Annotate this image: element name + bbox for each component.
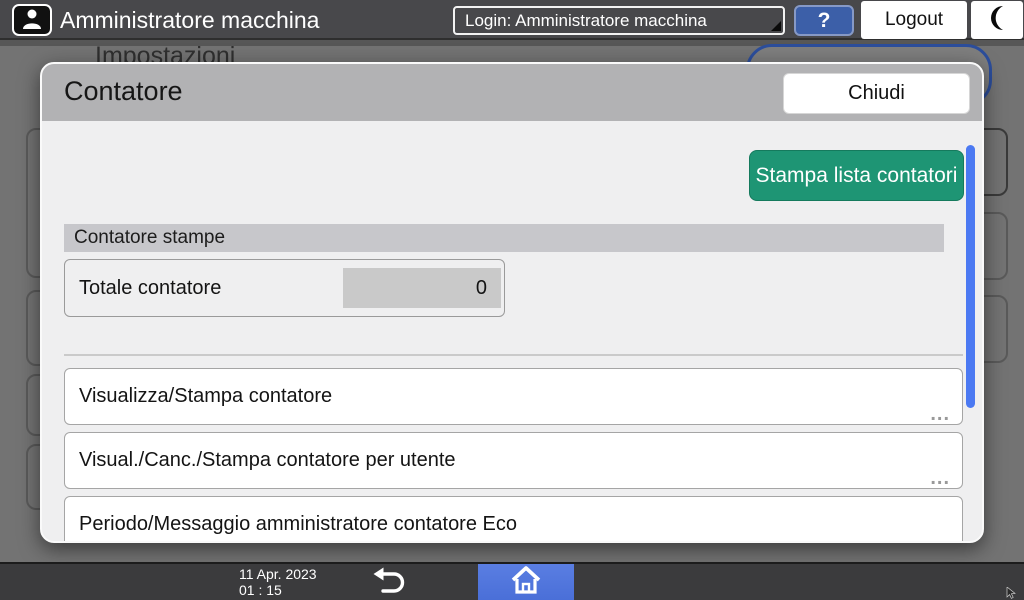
menu-item-eco-counter[interactable]: Periodo/Messaggio amministratore contato… <box>64 496 963 543</box>
datetime: 11 Apr. 2023 01 : 15 <box>239 566 317 598</box>
date-label: 11 Apr. 2023 <box>239 566 317 582</box>
more-dots-icon: ... <box>930 467 950 489</box>
more-dots-icon: ... <box>930 403 950 425</box>
total-counter-value: 0 <box>343 268 501 308</box>
user-icon <box>20 7 44 34</box>
print-counter-list-button[interactable]: Stampa lista contatori <box>749 150 964 201</box>
mouse-cursor <box>1006 586 1016 600</box>
help-button[interactable]: ? <box>794 5 854 36</box>
energy-saver-button[interactable] <box>971 1 1023 39</box>
screen: Impostazioni Amministratore macchina Log… <box>0 0 1024 600</box>
counter-dialog: Contatore Chiudi Stampa lista contatori … <box>40 62 984 543</box>
time-label: 01 : 15 <box>239 582 282 598</box>
dialog-header: Contatore Chiudi <box>42 64 982 121</box>
menu-item-label: Periodo/Messaggio amministratore contato… <box>79 513 517 535</box>
menu-item-label: Visual./Canc./Stampa contatore per utent… <box>79 449 456 471</box>
bottom-bar: 11 Apr. 2023 01 : 15 <box>0 562 1024 600</box>
divider <box>64 354 963 356</box>
dropdown-corner-icon <box>771 21 781 31</box>
top-bar: Amministratore macchina Login: Amministr… <box>0 0 1024 40</box>
close-button[interactable]: Chiudi <box>783 73 970 114</box>
user-badge <box>12 4 52 36</box>
home-icon <box>510 565 542 600</box>
dialog-scrollbar[interactable] <box>966 145 975 408</box>
login-dropdown[interactable]: Login: Amministratore macchina <box>453 6 785 35</box>
dialog-title: Contatore <box>64 76 183 106</box>
total-counter-label: Totale contatore <box>79 277 222 299</box>
menu-item-counter-per-user[interactable]: Visual./Canc./Stampa contatore per utent… <box>64 432 963 489</box>
section-header: Contatore stampe <box>64 224 944 252</box>
logout-button[interactable]: Logout <box>861 1 967 39</box>
menu-item-label: Visualizza/Stampa contatore <box>79 385 333 407</box>
moon-icon <box>984 4 1010 37</box>
home-button[interactable] <box>478 564 574 600</box>
page-title: Amministratore macchina <box>60 7 320 33</box>
back-icon <box>369 567 407 600</box>
more-dots-icon: ... <box>930 531 950 543</box>
login-dropdown-label: Login: Amministratore macchina <box>465 11 707 30</box>
back-button[interactable] <box>366 567 410 599</box>
menu-item-view-print-counter[interactable]: Visualizza/Stampa contatore ... <box>64 368 963 425</box>
total-counter-row: Totale contatore 0 <box>64 259 505 317</box>
